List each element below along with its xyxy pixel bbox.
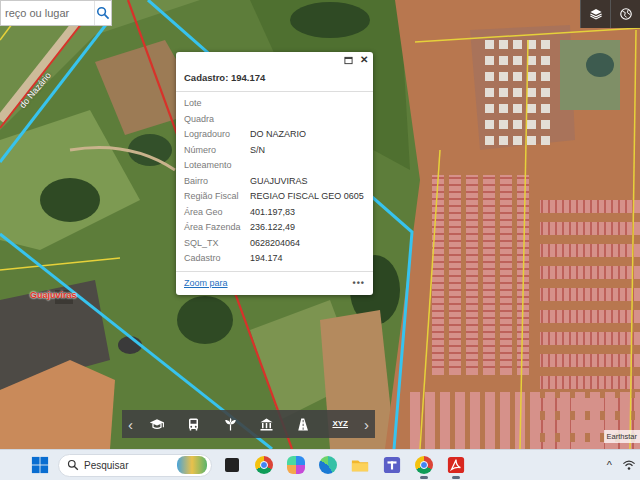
field-value: REGIAO FISCAL GEO 0605 <box>250 189 365 205</box>
magnifier-icon <box>96 6 110 20</box>
pinned-apps <box>218 451 470 480</box>
coordinates-label: XYZ <box>332 418 348 430</box>
layers-icon <box>589 7 603 21</box>
copilot-icon <box>287 456 305 474</box>
field-label: Área Fazenda <box>184 220 244 236</box>
parcel-popup: ✕Cadastro: 194.174 LoteQuadraLogradouro DO… <box>176 52 373 295</box>
maximize-icon[interactable] <box>344 56 353 65</box>
chrome-icon <box>255 456 273 474</box>
basemap-icon <box>619 7 633 21</box>
road-tool[interactable] <box>291 417 317 432</box>
search-button[interactable] <box>94 1 111 25</box>
field-value <box>250 96 365 112</box>
running-indicator <box>452 476 460 479</box>
map-controls <box>580 0 640 28</box>
popup-title: Cadastro: 194.174 <box>176 66 373 92</box>
explorer-icon <box>351 456 369 474</box>
running-indicator <box>324 476 332 479</box>
bank-tool[interactable] <box>254 417 280 432</box>
attribution: Earthstar <box>604 430 640 443</box>
taskbar-app[interactable] <box>378 451 406 480</box>
running-indicator <box>228 476 236 479</box>
map-view[interactable]: Guajuvirasdo Nazário✕Cadastro: 194.174Lo… <box>0 0 640 449</box>
running-indicator <box>388 476 396 479</box>
taskview-icon <box>225 458 239 472</box>
address-search-input[interactable] <box>1 1 94 25</box>
address-search <box>0 0 112 26</box>
plant-icon <box>223 417 238 432</box>
zoom-to-link[interactable]: Zoom para <box>184 277 228 291</box>
search-highlight-image <box>177 456 207 474</box>
wifi-icon[interactable] <box>622 458 636 472</box>
bank-icon <box>259 417 274 432</box>
field-label: SQL_TX <box>184 236 244 252</box>
system-tray: ^ <box>607 457 640 474</box>
place-label: Guajuviras <box>30 289 77 303</box>
popup-footer: Zoom para ••• <box>176 271 373 296</box>
field-label: Região Fiscal <box>184 189 244 205</box>
field-value: 194.174 <box>250 251 365 267</box>
pdf-icon <box>447 456 465 474</box>
more-button[interactable]: ••• <box>353 277 365 291</box>
show-hidden-icons[interactable]: ^ <box>607 457 612 474</box>
taskbar-app[interactable] <box>346 451 374 480</box>
field-label: Logradouro <box>184 127 244 143</box>
teams-icon <box>383 456 401 474</box>
running-indicator <box>260 476 268 479</box>
field-label: Área Geo <box>184 205 244 221</box>
taskbar-app[interactable] <box>218 451 246 480</box>
taskbar-app[interactable] <box>250 451 278 480</box>
taskbar-app[interactable] <box>314 451 342 480</box>
bus-tool[interactable] <box>180 417 206 432</box>
running-indicator <box>356 476 364 479</box>
taskbar-app[interactable] <box>442 451 470 480</box>
windows-icon[interactable] <box>31 456 49 474</box>
field-value: 0628204064 <box>250 236 365 252</box>
field-label: Lote <box>184 96 244 112</box>
layers-button[interactable] <box>580 0 610 28</box>
field-value <box>250 112 365 128</box>
school-tool[interactable] <box>144 416 170 432</box>
running-indicator <box>292 476 300 479</box>
attribute-table: LoteQuadraLogradouro DO NAZARIO Número S/N L… <box>176 92 373 271</box>
taskbar-app[interactable] <box>282 451 310 480</box>
field-value <box>250 158 365 174</box>
field-label: Quadra <box>184 112 244 128</box>
field-label: Loteamento <box>184 158 244 174</box>
taskbar-app[interactable] <box>410 451 438 480</box>
field-value: 236.122,49 <box>250 220 365 236</box>
text-tool[interactable]: XYZ <box>327 418 353 430</box>
search-placeholder: Pesquisar <box>84 458 172 473</box>
school-icon <box>149 416 165 432</box>
previous-button[interactable]: ‹ <box>128 417 133 432</box>
bus-icon <box>186 417 201 432</box>
close-button[interactable]: ✕ <box>360 54 368 66</box>
map-toolbar: ‹ XYZ › <box>122 410 375 438</box>
field-value: DO NAZARIO <box>250 127 365 143</box>
field-value: GUAJUVIRAS <box>250 174 365 190</box>
taskbar-search[interactable]: Pesquisar <box>58 454 212 477</box>
field-value: S/N <box>250 143 365 159</box>
plant-tool[interactable] <box>217 417 243 432</box>
taskbar: Pesquisar ^ <box>0 449 640 480</box>
popup-header: ✕ <box>176 52 373 66</box>
basemap-button[interactable] <box>610 0 640 28</box>
road-icon <box>296 417 311 432</box>
search-icon <box>67 459 79 471</box>
edge-icon <box>319 456 337 474</box>
field-label: Cadastro <box>184 251 244 267</box>
field-label: Número <box>184 143 244 159</box>
chrome-icon <box>415 456 433 474</box>
field-label: Bairro <box>184 174 244 190</box>
field-value: 401.197,83 <box>250 205 365 221</box>
next-button[interactable]: › <box>364 417 369 432</box>
running-indicator <box>420 476 428 479</box>
